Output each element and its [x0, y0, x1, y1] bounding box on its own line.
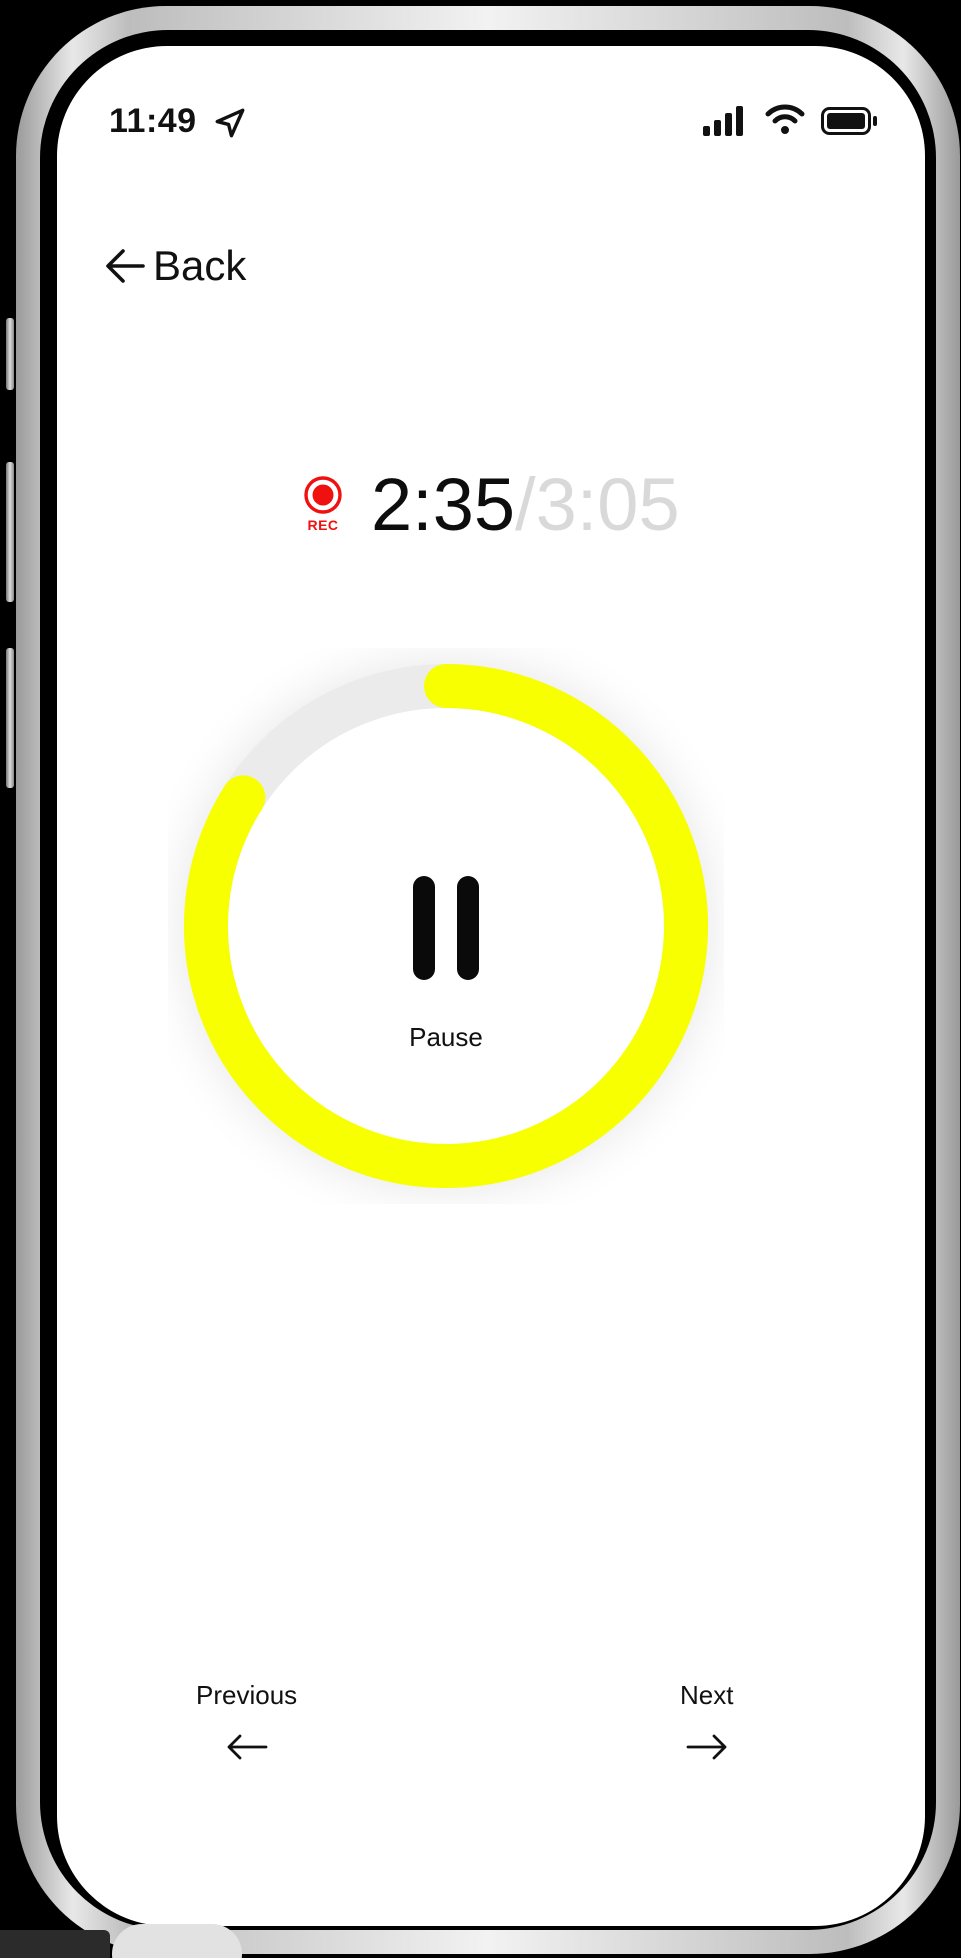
- cellular-signal-icon: [703, 106, 743, 136]
- location-arrow-icon: [215, 108, 245, 138]
- arrow-right-icon: [686, 1734, 727, 1760]
- rec-indicator: REC: [293, 475, 353, 533]
- back-label: Back: [153, 242, 247, 289]
- pause-icon: [413, 876, 479, 980]
- volume-up-button: [6, 462, 14, 602]
- rec-label: REC: [307, 517, 339, 533]
- previous-button[interactable]: Previous: [196, 1680, 297, 1761]
- volume-down-button: [6, 648, 14, 788]
- record-icon: [304, 476, 342, 514]
- wifi-icon: [765, 104, 805, 134]
- back-button[interactable]: Back: [105, 236, 246, 296]
- status-time: 11:49: [109, 102, 197, 140]
- next-button[interactable]: Next: [680, 1680, 733, 1761]
- dock-fragment: [0, 1930, 110, 1958]
- previous-label: Previous: [196, 1680, 298, 1710]
- pause-bar-left: [413, 876, 435, 980]
- mute-switch: [6, 318, 14, 390]
- next-label: Next: [680, 1680, 734, 1710]
- recording-timer: REC 2:35 /3:05: [293, 449, 680, 559]
- arrow-left-icon: [106, 249, 145, 283]
- pause-button[interactable]: Pause: [218, 876, 674, 1096]
- canvas: 11:49 Back REC 2:35 /3:05 Pause Previous…: [0, 0, 961, 1958]
- battery-icon: [821, 107, 877, 135]
- dock-pill: [112, 1924, 242, 1958]
- total-time: /3:05: [515, 462, 680, 546]
- pause-label: Pause: [409, 1022, 483, 1052]
- pause-bar-right: [457, 876, 479, 980]
- elapsed-time: 2:35: [371, 462, 516, 546]
- arrow-left-icon: [227, 1734, 267, 1760]
